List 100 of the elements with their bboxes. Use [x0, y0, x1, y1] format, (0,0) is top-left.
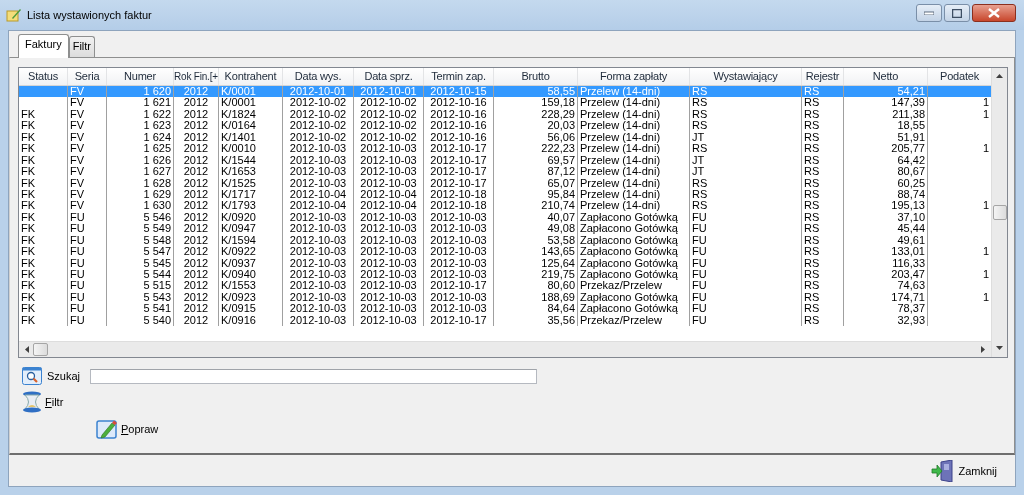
table-cell: 1 622 [143, 107, 171, 120]
table-cell: FV [70, 153, 85, 166]
table-cell: Przelew (14-dni) [580, 165, 661, 178]
table-cell: RS [804, 142, 820, 155]
table-cell: 2012 [183, 233, 209, 246]
table-cell: FU [692, 290, 707, 303]
table-cell: FU [692, 313, 707, 326]
table-cell: FK [21, 290, 36, 303]
column-header[interactable]: Status [19, 68, 68, 85]
table-cell: 2012-10-03 [360, 210, 417, 223]
table-cell: RS [804, 119, 820, 132]
table-cell: 2012-10-16 [430, 96, 487, 109]
column-header[interactable]: Data sprz. [354, 68, 424, 85]
table-cell: 2012-10-03 [360, 176, 417, 189]
table-cell: 159,18 [541, 96, 575, 109]
table-cell: 210,74 [541, 199, 575, 212]
table-cell: 125,64 [541, 256, 575, 269]
tab[interactable]: Faktury [18, 34, 69, 58]
table-cell: 1 624 [143, 130, 171, 143]
table-cell: RS [804, 279, 820, 292]
table-cell: FU [692, 256, 707, 269]
table-cell: FU [692, 222, 707, 235]
table-cell: 49,08 [547, 222, 575, 235]
column-header[interactable]: Netto [844, 68, 928, 85]
search-icon[interactable] [22, 367, 42, 385]
column-header[interactable]: Rejestr [802, 68, 844, 85]
table-cell: K/0922 [221, 245, 256, 258]
vertical-scrollbar[interactable] [991, 68, 1007, 357]
scroll-left-icon[interactable] [25, 346, 29, 353]
scroll-thumb[interactable] [33, 343, 48, 356]
table-cell: 40,07 [547, 210, 575, 223]
table-cell: 58,55 [547, 85, 575, 97]
scroll-thumb[interactable] [993, 205, 1007, 220]
table-cell: 5 515 [143, 279, 171, 292]
table-cell: 1 628 [143, 176, 171, 189]
column-header[interactable]: Brutto [494, 68, 578, 85]
scroll-right-icon[interactable] [981, 346, 985, 353]
table-cell: 222,23 [541, 142, 575, 155]
table-cell: FU [70, 256, 85, 269]
close-button[interactable]: Zamknij [931, 459, 997, 482]
table-cell: RS [804, 187, 820, 200]
table-cell: 203,47 [891, 268, 925, 280]
table-cell: RS [692, 85, 708, 97]
table-cell: 18,55 [897, 119, 925, 132]
column-header[interactable]: Termin zap. [424, 68, 494, 85]
table-cell: K/1793 [221, 199, 256, 212]
table-cell: 45,44 [897, 222, 925, 235]
close-button[interactable] [972, 4, 1016, 22]
column-header[interactable]: Forma zapłaty [578, 68, 690, 85]
table-cell: 2012 [183, 302, 209, 315]
table-cell: RS [692, 199, 708, 212]
search-field[interactable] [90, 368, 537, 384]
maximize-button[interactable] [944, 4, 970, 22]
table-cell: FK [21, 268, 36, 280]
table-cell: 1 [982, 268, 989, 280]
table-cell: 95,84 [547, 187, 575, 200]
table-cell: 80,67 [897, 165, 925, 178]
table-cell: 2012-10-02 [360, 119, 417, 132]
column-header[interactable]: Rok Fin.[+ [174, 68, 219, 85]
table-cell: 2012-10-02 [289, 107, 347, 120]
table-cell: K/0164 [221, 119, 256, 132]
table-cell: 80,60 [547, 279, 575, 292]
table-cell: FU [692, 279, 707, 292]
table-cell: 88,74 [897, 187, 925, 200]
column-header[interactable]: Wystawiający [690, 68, 802, 85]
table-cell: 2012-10-16 [430, 130, 487, 143]
table-cell: JT [692, 165, 705, 178]
table-cell: FV [70, 107, 85, 120]
table-cell: 2012-10-03 [360, 268, 417, 280]
table-cell: RS [804, 130, 820, 143]
column-header[interactable]: Kontrahent [219, 68, 283, 85]
scroll-up-icon[interactable] [996, 74, 1003, 78]
table-cell: FK [21, 256, 36, 269]
table-cell: RS [804, 165, 820, 178]
table-cell: 2012-10-17 [430, 176, 487, 189]
table-cell: FK [21, 199, 36, 212]
table-cell: Przekaz/Przelew [580, 279, 662, 292]
scroll-down-icon[interactable] [996, 346, 1003, 350]
column-header[interactable]: Data wys. [283, 68, 354, 85]
table-cell: 2012 [183, 245, 209, 258]
table-cell: JT [692, 153, 705, 166]
column-header[interactable]: Numer [107, 68, 174, 85]
table-cell: 49,61 [897, 233, 925, 246]
horizontal-scrollbar[interactable] [19, 341, 991, 357]
table-cell: K/1401 [221, 130, 256, 143]
table-cell: 228,29 [541, 107, 575, 120]
table-cell: K/0916 [221, 313, 256, 326]
table-cell: 116,33 [892, 256, 925, 269]
edit-button[interactable]: Popraw [96, 419, 159, 439]
table-cell: FV [70, 142, 85, 155]
table-cell: 2012 [183, 119, 209, 132]
table-cell: 2012-10-15 [430, 85, 487, 97]
table-cell: 147,39 [891, 96, 925, 109]
table-cell: 2012-10-03 [289, 279, 347, 292]
table-cell: 5 548 [143, 233, 171, 246]
filter-button[interactable]: Filtr [22, 391, 64, 413]
table-cell: K/0001 [221, 96, 256, 109]
table-cell: RS [804, 107, 820, 120]
tab[interactable]: Filtr [68, 36, 95, 57]
column-header[interactable]: Seria [68, 68, 107, 85]
